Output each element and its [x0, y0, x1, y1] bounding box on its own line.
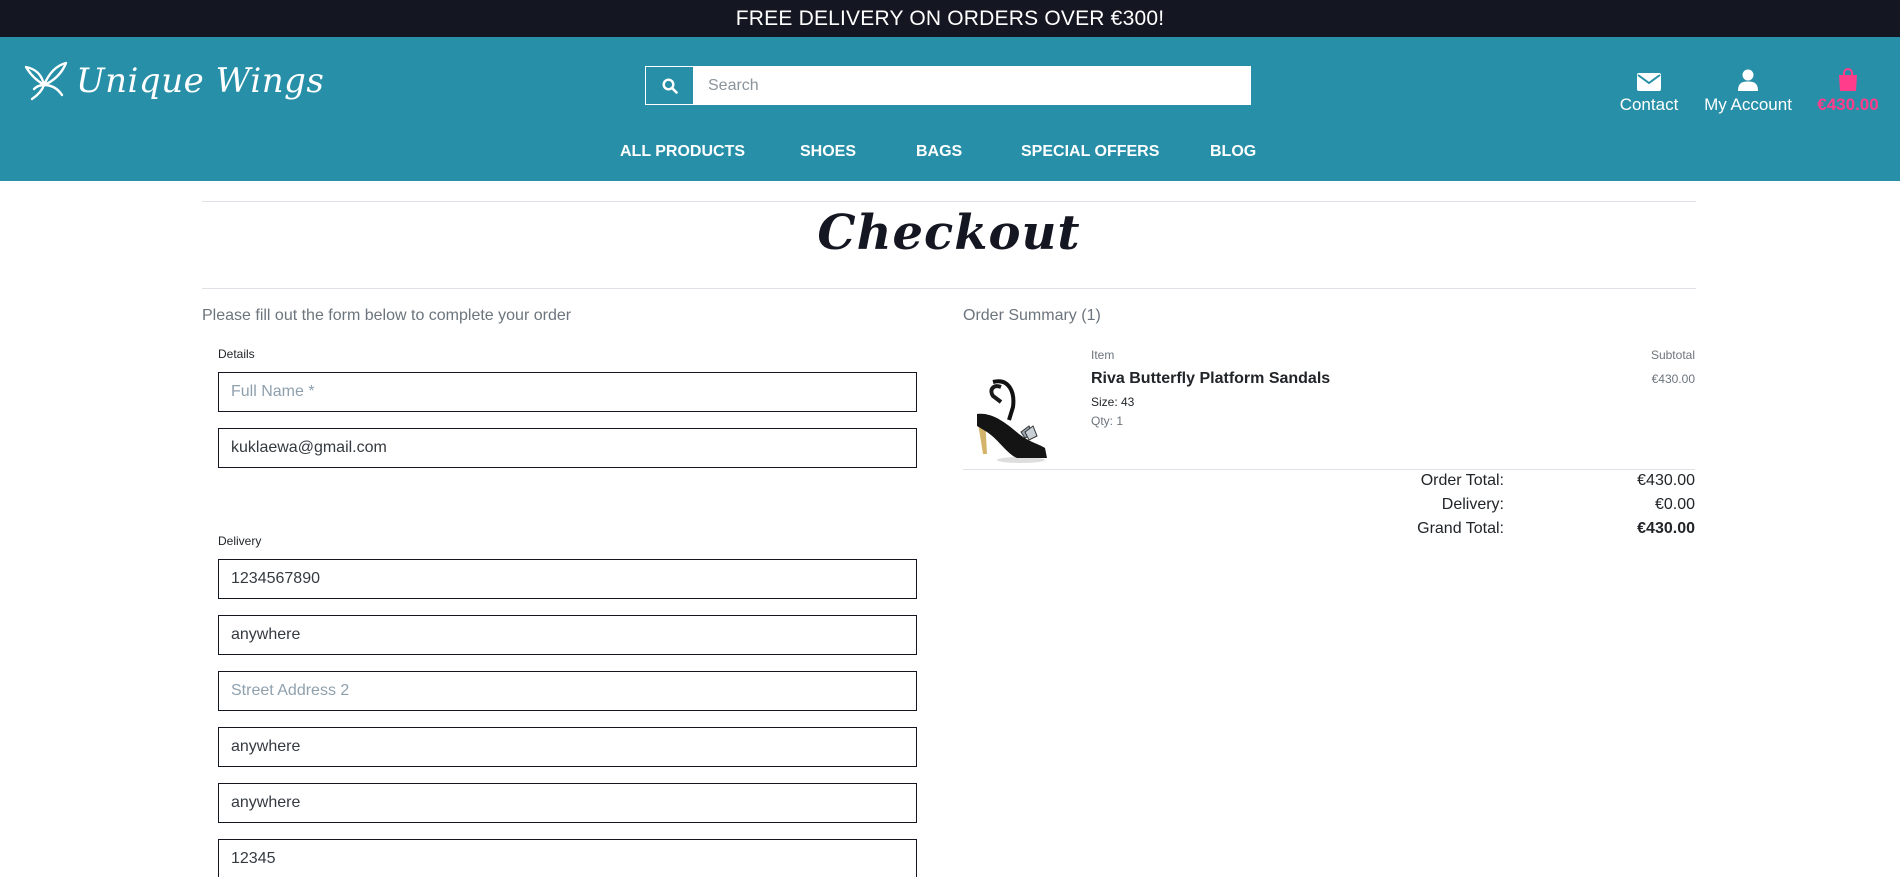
- product-name: Riva Butterfly Platform Sandals: [1091, 370, 1331, 387]
- envelope-icon: [1637, 73, 1661, 91]
- nav-bags[interactable]: BAGS: [916, 143, 962, 161]
- nav-special-offers[interactable]: SPECIAL OFFERS: [1021, 143, 1159, 161]
- product-thumbnail[interactable]: [963, 362, 1058, 465]
- search-icon: [661, 77, 678, 94]
- product-size: Size: 43: [1091, 395, 1135, 409]
- street-address-2-field[interactable]: [218, 671, 917, 711]
- contact-link[interactable]: Contact: [1618, 67, 1680, 115]
- main-nav: ALL PRODUCTS SHOES BAGS SPECIAL OFFERS B…: [0, 143, 1900, 169]
- street-address-1-field[interactable]: [218, 615, 917, 655]
- delivery-cost-value: €0.00: [1654, 496, 1695, 513]
- banner-text: FREE DELIVERY ON ORDERS OVER €300!: [735, 6, 1165, 30]
- nav-blog[interactable]: BLOG: [1210, 143, 1256, 161]
- bag-total: €430.00: [1817, 95, 1879, 114]
- shopping-bag-icon: [1839, 68, 1857, 91]
- subtotal-column-header: Subtotal: [1650, 348, 1695, 362]
- free-delivery-banner: FREE DELIVERY ON ORDERS OVER €300!: [0, 0, 1900, 37]
- form-intro-text: Please fill out the form below to comple…: [202, 307, 572, 324]
- logo-text: Unique Wings: [76, 61, 325, 101]
- nav-all-products[interactable]: ALL PRODUCTS: [620, 143, 745, 161]
- search-input[interactable]: [694, 66, 1251, 105]
- title-divider-top: [202, 201, 1696, 202]
- full-name-field[interactable]: [218, 372, 917, 412]
- site-header: Unique Wings Contact My Account: [0, 37, 1900, 181]
- county-field[interactable]: [218, 783, 917, 823]
- item-column-header: Item: [1091, 348, 1115, 362]
- town-city-field[interactable]: [218, 727, 917, 767]
- butterfly-logo-icon: [24, 61, 68, 101]
- search-bar: [645, 66, 1251, 105]
- search-button[interactable]: [645, 66, 694, 105]
- details-legend: Details: [218, 347, 255, 361]
- grand-total-label: Grand Total:: [1417, 520, 1504, 537]
- home-logo-link[interactable]: Unique Wings: [22, 59, 324, 103]
- title-divider-bottom: [202, 288, 1696, 289]
- my-account-link[interactable]: My Account: [1703, 67, 1793, 115]
- delivery-cost-label: Delivery:: [1441, 496, 1504, 513]
- email-field[interactable]: [218, 428, 917, 468]
- shopping-bag-link[interactable]: €430.00: [1814, 67, 1882, 115]
- summary-divider: [963, 469, 1695, 470]
- phone-number-field[interactable]: [218, 559, 917, 599]
- user-icon: [1738, 69, 1758, 91]
- product-subtotal: €430.00: [1651, 372, 1695, 386]
- page-title: Checkout: [817, 205, 1081, 261]
- nav-shoes[interactable]: SHOES: [800, 143, 856, 161]
- delivery-legend: Delivery: [218, 534, 262, 548]
- my-account-label: My Account: [1704, 95, 1792, 114]
- order-total-label: Order Total:: [1420, 472, 1504, 489]
- order-total-value: €430.00: [1637, 472, 1695, 489]
- grand-total-value: €430.00: [1637, 520, 1695, 537]
- product-qty: Qty: 1: [1091, 414, 1124, 428]
- order-summary-heading: Order Summary (1): [963, 307, 1101, 324]
- postcode-field[interactable]: [218, 839, 917, 877]
- contact-label: Contact: [1619, 95, 1679, 114]
